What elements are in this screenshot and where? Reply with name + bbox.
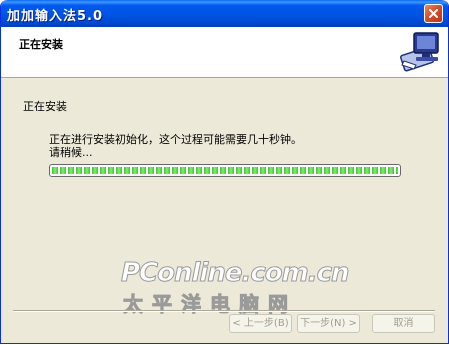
section-heading: 正在安装	[23, 100, 67, 113]
watermark: PConline.com.cn 太平洋电脑网	[121, 258, 351, 318]
back-button[interactable]: < 上一步(B)	[229, 314, 292, 333]
computer-install-icon	[400, 32, 439, 72]
close-icon	[429, 9, 438, 18]
next-button[interactable]: 下一步(N) >	[297, 314, 360, 333]
cancel-button[interactable]: 取消	[372, 314, 435, 333]
message-line-1: 正在进行安装初始化，这个过程可能需要几十秒钟。	[49, 133, 302, 146]
header-title: 正在安装	[19, 38, 63, 51]
title-bar[interactable]: 加加输入法5.0	[1, 0, 448, 27]
progress-fill	[52, 167, 398, 174]
progress-bar	[49, 164, 401, 177]
watermark-site-name: 太平洋电脑网	[123, 292, 297, 317]
watermark-logo-text: PConline.com.cn	[121, 258, 351, 289]
wizard-header: 正在安装	[1, 27, 448, 78]
status-message: 正在进行安装初始化，这个过程可能需要几十秒钟。 请稍候...	[49, 133, 302, 159]
installer-window: 加加输入法5.0 正在安装 正在安装 正在进行安装初始化，这个过程可能需要几十秒…	[0, 0, 449, 344]
close-button[interactable]	[424, 4, 443, 23]
footer-divider	[13, 310, 435, 312]
message-line-2: 请稍候...	[49, 146, 93, 159]
window-title: 加加输入法5.0	[7, 9, 104, 24]
